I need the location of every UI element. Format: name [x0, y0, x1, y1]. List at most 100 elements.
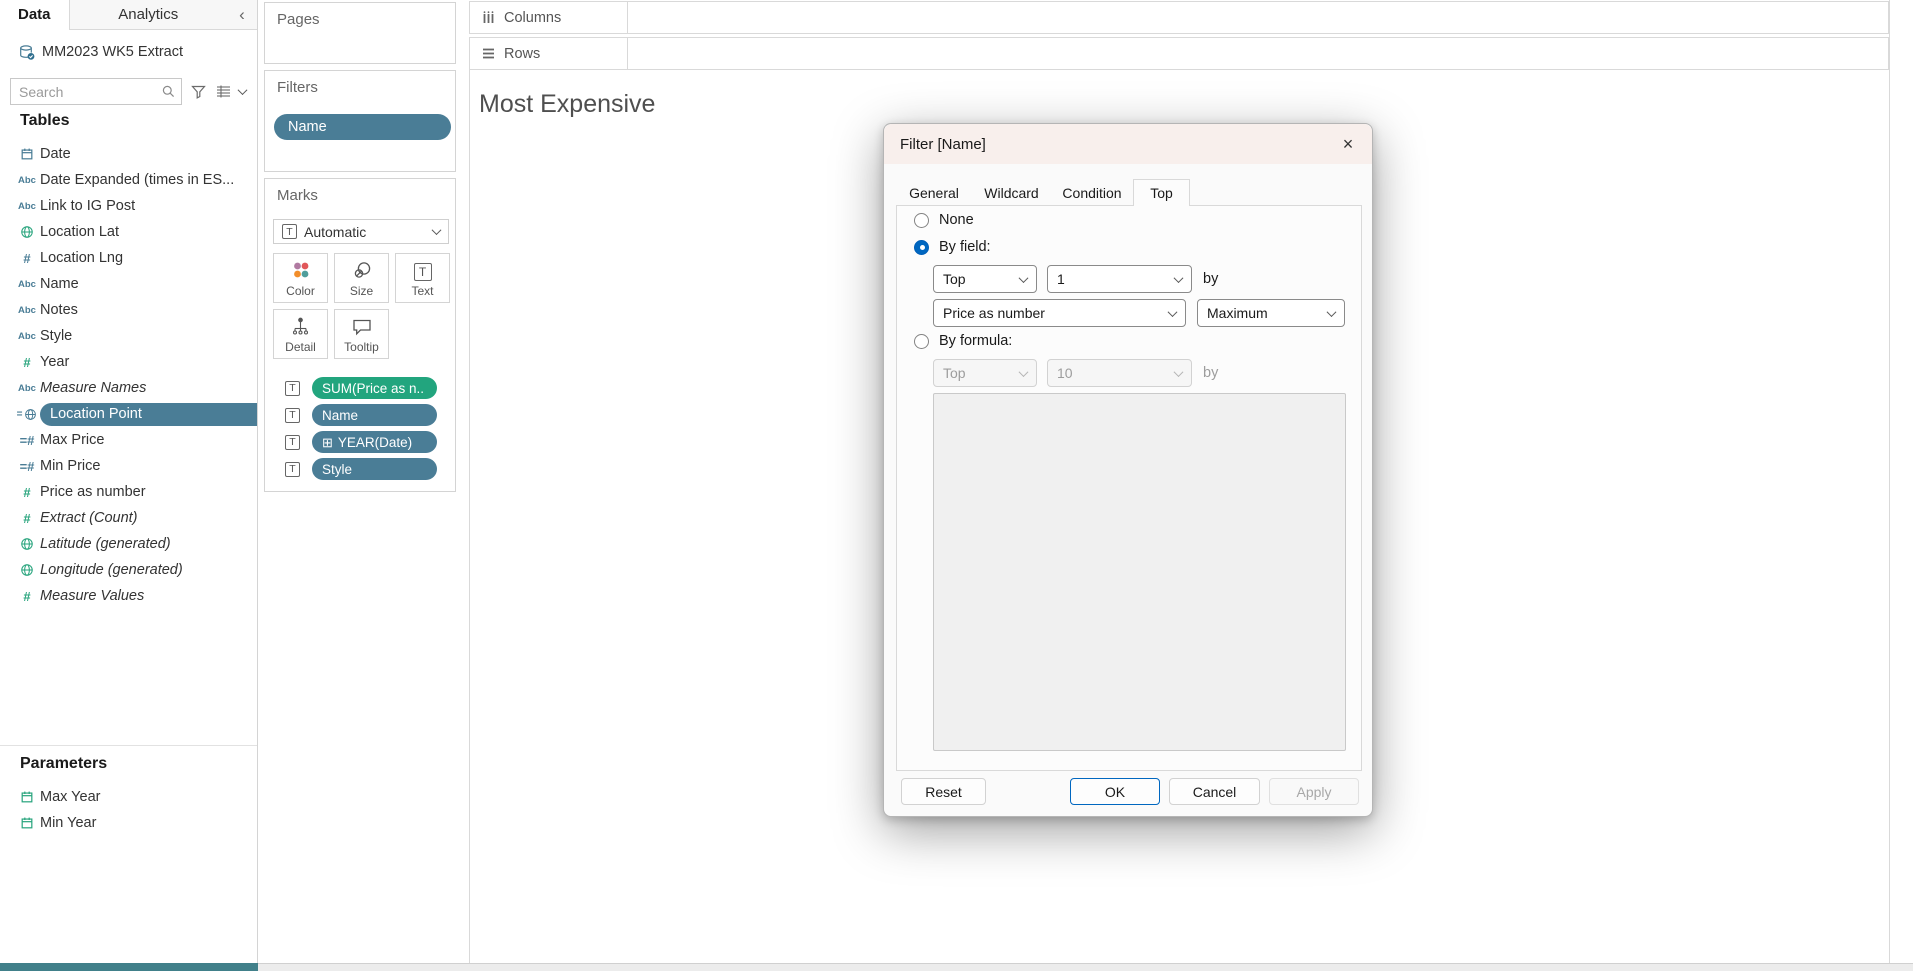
rows-shelf[interactable]: Rows [469, 37, 1889, 70]
mark-type-dropdown[interactable]: T Automatic [273, 219, 449, 244]
detail-button[interactable]: Detail [273, 309, 328, 359]
data-pane: Data Analytics ‹ MM2023 WK5 Extract Sear… [0, 0, 258, 963]
expand-icon[interactable]: ⊞ [322, 436, 333, 449]
field-row-max-price[interactable]: =# Max Price [0, 427, 257, 453]
parameter-row-max-year[interactable]: Max Year [0, 784, 257, 810]
tab-top[interactable]: Top [1133, 179, 1190, 206]
sheet-title[interactable]: Most Expensive [479, 90, 655, 119]
field-row-location-lat[interactable]: Location Lat [0, 219, 257, 245]
close-icon[interactable]: × [1334, 131, 1362, 157]
by-field-option[interactable]: By field: [914, 239, 991, 255]
size-button-label: Size [349, 284, 374, 298]
top-direction-dropdown[interactable]: Top [933, 265, 1037, 293]
reset-button[interactable]: Reset [901, 778, 986, 805]
datasource-row[interactable]: MM2023 WK5 Extract [18, 38, 183, 66]
pill-sum-price[interactable]: SUM(Price as n.. [312, 377, 437, 399]
by-formula-option[interactable]: By formula: [914, 333, 1012, 349]
field-row-style[interactable]: Abc Style [0, 323, 257, 349]
parameter-row-min-year[interactable]: Min Year [0, 810, 257, 836]
number-icon: # [23, 354, 31, 370]
field-label: Min Price [40, 458, 101, 474]
pill-name[interactable]: Name [312, 404, 437, 426]
top-count-combobox[interactable]: 1 [1047, 265, 1192, 293]
field-row-date-expanded[interactable]: Abc Date Expanded (times in ES... [0, 167, 257, 193]
field-row-price-as-number[interactable]: # Price as number [0, 479, 257, 505]
formula-textarea [933, 393, 1346, 751]
view-as-grid-icon[interactable] [216, 85, 231, 98]
text-button[interactable]: T Text [395, 253, 450, 303]
rows-shelf-label: Rows [470, 38, 628, 69]
search-input[interactable] [19, 83, 162, 100]
globe-icon [14, 563, 40, 577]
tab-data[interactable]: Data [0, 0, 69, 30]
text-mark-icon: T [282, 224, 297, 239]
field-row-location-point[interactable]: = Location Point [0, 401, 257, 427]
number-icon: # [23, 588, 31, 604]
none-label: None [939, 212, 974, 228]
mark-type-value: Automatic [304, 223, 367, 240]
field-row-name[interactable]: Abc Name [0, 271, 257, 297]
field-label: Measure Values [40, 588, 145, 604]
field-row-measure-values[interactable]: # Measure Values [0, 583, 257, 609]
filter-pill-name[interactable]: Name [274, 114, 451, 140]
columns-shelf[interactable]: Columns [469, 1, 1889, 34]
search-box[interactable] [10, 78, 182, 105]
parameter-label: Min Year [40, 815, 97, 831]
tab-analytics[interactable]: Analytics [68, 0, 227, 29]
pill-label: YEAR(Date) [337, 434, 413, 450]
field-row-date[interactable]: Date [0, 141, 257, 167]
field-row-longitude-generated[interactable]: Longitude (generated) [0, 557, 257, 583]
color-icon [290, 260, 312, 281]
calendar-icon [14, 816, 40, 830]
field-label: Notes [40, 302, 78, 318]
number-icon: # [23, 510, 31, 526]
field-row-year[interactable]: # Year [0, 349, 257, 375]
search-row [10, 78, 250, 105]
aggregation-dropdown[interactable]: Maximum [1197, 299, 1345, 327]
chevron-down-icon [1167, 306, 1178, 317]
detail-icon [290, 316, 311, 337]
field-label: Price as number [40, 484, 146, 500]
field-row-latitude-generated[interactable]: Latitude (generated) [0, 531, 257, 557]
tooltip-button[interactable]: Tooltip [334, 309, 389, 359]
tab-wildcard[interactable]: Wildcard [972, 179, 1051, 206]
field-row-notes[interactable]: Abc Notes [0, 297, 257, 323]
radio-by-field[interactable] [914, 239, 929, 255]
size-button[interactable]: Size [334, 253, 389, 303]
radio-none[interactable] [914, 212, 929, 228]
field-row-extract-count[interactable]: # Extract (Count) [0, 505, 257, 531]
color-button[interactable]: Color [273, 253, 328, 303]
apply-button: Apply [1269, 778, 1359, 805]
chevron-down-icon [1173, 272, 1184, 283]
field-row-location-lng[interactable]: # Location Lng [0, 245, 257, 271]
text-encoding-icon: T [285, 461, 300, 477]
cancel-button[interactable]: Cancel [1169, 778, 1260, 805]
filter-fields-icon[interactable] [191, 85, 206, 99]
tab-condition[interactable]: Condition [1051, 179, 1133, 206]
columns-shelf-label: Columns [470, 2, 628, 33]
chevron-down-icon[interactable] [237, 85, 248, 96]
none-option[interactable]: None [914, 212, 974, 228]
text-encoding-icon: T [285, 380, 300, 396]
field-value: Price as number [943, 305, 1045, 321]
status-bar-right [258, 963, 1913, 971]
tableau-window: Data Analytics ‹ MM2023 WK5 Extract Sear… [0, 0, 1913, 971]
radio-by-formula[interactable] [914, 333, 929, 349]
chevron-down-icon [1018, 272, 1029, 283]
collapse-pane-button[interactable]: ‹ [227, 0, 257, 29]
fields-list: Date Abc Date Expanded (times in ES... A… [0, 141, 257, 609]
field-row-measure-names[interactable]: Abc Measure Names [0, 375, 257, 401]
ok-button[interactable]: OK [1070, 778, 1160, 805]
field-row-min-price[interactable]: =# Min Price [0, 453, 257, 479]
field-label: Year [40, 354, 70, 370]
field-row-link-to-ig-post[interactable]: Abc Link to IG Post [0, 193, 257, 219]
text-button-label: Text [411, 284, 434, 298]
dialog-titlebar[interactable]: Filter [Name] × [884, 124, 1372, 164]
field-dropdown[interactable]: Price as number [933, 299, 1186, 327]
tab-general[interactable]: General [896, 179, 972, 206]
detail-button-label: Detail [285, 340, 316, 354]
pill-style[interactable]: Style [312, 458, 437, 480]
calculated-number-icon: =# [19, 458, 35, 474]
pill-year-date[interactable]: ⊞ YEAR(Date) [312, 431, 437, 453]
field-label: Location Point [40, 402, 257, 426]
